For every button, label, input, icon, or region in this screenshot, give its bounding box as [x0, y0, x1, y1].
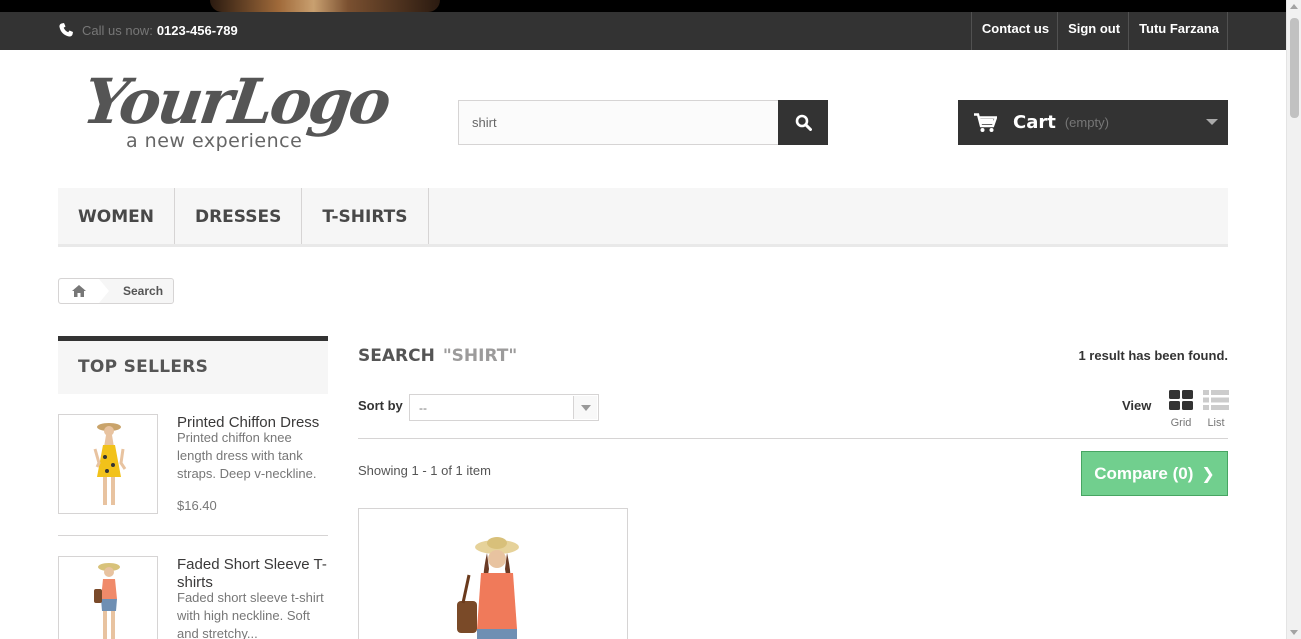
tshirt-model-image: [94, 563, 120, 639]
top-nav-bar: Call us now: 0123-456-789 Contact us Sig…: [0, 12, 1286, 50]
chevron-right-icon: ❯: [1201, 465, 1215, 483]
scroll-up-arrow[interactable]: [1290, 4, 1298, 9]
breadcrumb-home[interactable]: [59, 279, 99, 303]
phone-icon: [59, 23, 73, 37]
logo-tagline: a new experience: [126, 130, 303, 152]
page-title: Search: [358, 346, 435, 366]
product-thumbnail[interactable]: [58, 414, 158, 514]
top-banner: [0, 0, 1286, 12]
search-form: [458, 100, 828, 145]
site-logo[interactable]: YourLogo a new experience: [79, 65, 393, 162]
product-description: Faded short sleeve t-shirt with high nec…: [177, 590, 324, 639]
product-name[interactable]: Faded Short Sleeve T-shirts: [177, 556, 329, 592]
product-thumbnail[interactable]: [58, 556, 158, 639]
menu-item-dresses[interactable]: Dresses: [175, 188, 303, 244]
phone-number: 0123-456-789: [156, 22, 238, 38]
grid-icon: [1169, 390, 1193, 410]
chevron-down-icon: [573, 396, 597, 419]
sidebar-divider: [58, 535, 328, 536]
logo-text: YourLogo: [78, 65, 393, 138]
top-sellers-title[interactable]: Top sellers: [58, 341, 328, 393]
sort-selected-value: --: [419, 401, 427, 415]
result-count: 1 result has been found.: [1078, 348, 1228, 363]
view-grid-button[interactable]: Grid: [1168, 390, 1194, 429]
phone-prefix: Call us now:: [82, 22, 153, 38]
menu-item-women[interactable]: Women: [58, 188, 175, 244]
product-price: $16.40: [177, 498, 217, 513]
breadcrumb-current: Search: [123, 284, 164, 298]
cart-icon: [974, 112, 997, 132]
view-grid-label: Grid: [1170, 417, 1192, 429]
search-button[interactable]: [778, 100, 828, 145]
search-input[interactable]: [458, 100, 778, 145]
contact-us-link[interactable]: Contact us: [970, 12, 1057, 50]
chevron-down-icon: [1206, 119, 1218, 125]
home-icon: [72, 285, 86, 297]
product-description: Printed chiffon knee length dress with t…: [177, 430, 317, 481]
top-sellers-header: Top sellers: [58, 336, 328, 394]
sign-out-link[interactable]: Sign out: [1057, 12, 1128, 50]
breadcrumb-separator: [99, 279, 109, 303]
search-query: "shirt": [442, 346, 518, 366]
sort-select[interactable]: --: [409, 394, 599, 421]
dress-model-image: [93, 423, 127, 505]
cart-button[interactable]: Cart (empty): [958, 100, 1228, 145]
account-link[interactable]: Tutu Farzana: [1128, 12, 1228, 50]
page-scrollbar[interactable]: [1286, 0, 1301, 639]
menu-item-tshirts[interactable]: T-shirts: [302, 188, 429, 244]
phone-info: Call us now: 0123-456-789: [58, 18, 238, 42]
page-heading: Search "shirt": [358, 346, 517, 366]
product-image: [457, 537, 519, 639]
cart-status: (empty): [1064, 115, 1109, 130]
view-label: View: [1122, 398, 1152, 413]
cart-label: Cart: [1013, 112, 1056, 133]
showing-count: Showing 1 - 1 of 1 item: [358, 463, 491, 478]
compare-label: Compare (0): [1094, 463, 1194, 483]
view-list-label: List: [1207, 417, 1225, 429]
content-divider: [358, 438, 1228, 439]
product-card[interactable]: [358, 508, 628, 639]
compare-button[interactable]: Compare (0) ❯: [1081, 451, 1228, 496]
breadcrumb: Search: [58, 278, 175, 304]
scrollbar-thumb[interactable]: [1290, 18, 1299, 118]
scroll-down-arrow[interactable]: [1290, 630, 1298, 635]
search-icon: [795, 114, 812, 131]
account-links: Contact us Sign out Tutu Farzana: [970, 12, 1228, 50]
banner-image: [210, 0, 440, 12]
main-menu: Women Dresses T-shirts: [58, 188, 1228, 247]
view-list-button[interactable]: List: [1203, 390, 1229, 429]
list-icon: [1203, 390, 1229, 410]
sort-by-label: Sort by: [358, 398, 403, 413]
